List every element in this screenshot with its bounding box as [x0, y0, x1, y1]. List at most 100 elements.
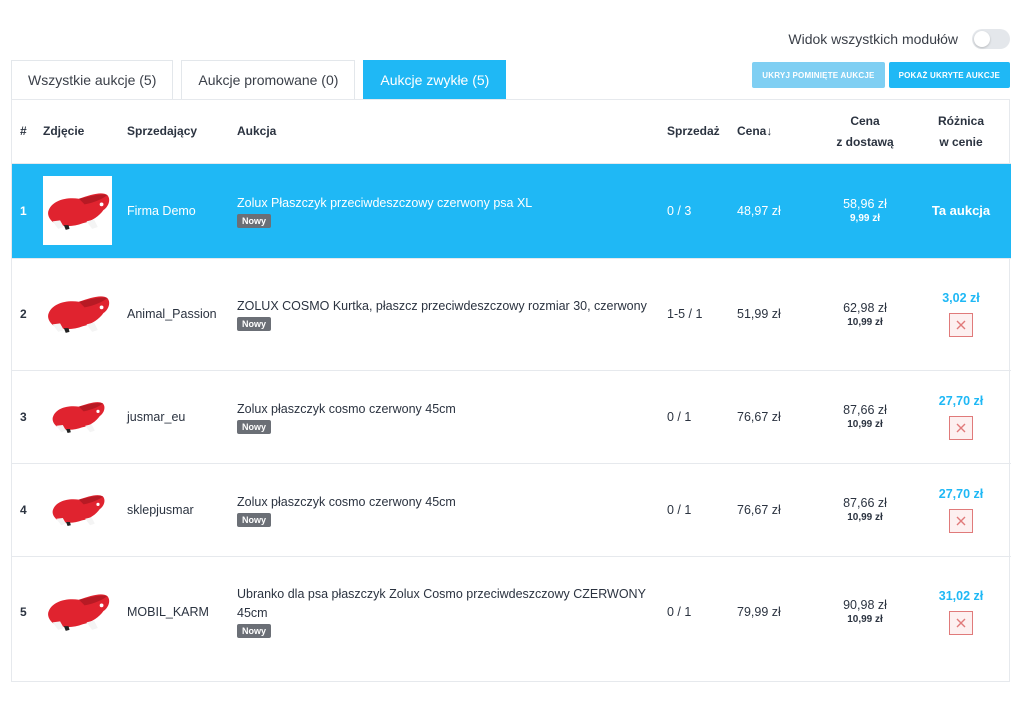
auction-title[interactable]: ZOLUX COSMO Kurtka, płaszcz przeciwdeszc…	[237, 297, 667, 316]
price-difference-value: 31,02 zł	[938, 588, 984, 603]
seller-name[interactable]: Firma Demo	[127, 163, 237, 259]
sales-value: 1-5 / 1	[667, 258, 737, 371]
table-row: 5 MOBIL_KARM Ubranko dla psa płaszczyk Z…	[12, 556, 1011, 667]
header-price-difference[interactable]: Różnica w cenie	[911, 100, 1011, 164]
price-with-shipping-cell: 58,96 zł 9,99 zł	[819, 163, 911, 259]
auction-title[interactable]: Zolux płaszczyk cosmo czerwony 45cm	[237, 400, 667, 419]
arrow-down-icon: ↓	[766, 124, 773, 139]
table-header-row: # Zdjęcie Sprzedający Aukcja Sprzedaż Ce…	[12, 100, 1011, 164]
table-row: 1 Firma Demo Zolux Płaszczyk przeciwdesz…	[12, 163, 1011, 259]
total-price: 90,98 zł	[843, 598, 887, 613]
table-row: 3 jusmar_eu Zolux płaszczyk cosmo czerwo…	[12, 370, 1011, 464]
sales-value: 0 / 1	[667, 604, 692, 619]
product-image[interactable]	[43, 475, 112, 544]
view-all-modules-toggle[interactable]	[972, 29, 1010, 49]
tab-promoted-auctions[interactable]: Aukcje promowane (0)	[181, 60, 356, 99]
product-image[interactable]	[43, 176, 112, 245]
auction-cell: ZOLUX COSMO Kurtka, płaszcz przeciwdeszc…	[237, 258, 667, 371]
remove-auction-button[interactable]	[949, 610, 973, 635]
auction-cell: Zolux Płaszczyk przeciwdeszczowy czerwon…	[237, 163, 667, 259]
condition-badge: Nowy	[237, 512, 272, 527]
seller-name[interactable]: MOBIL_KARM	[127, 556, 237, 667]
price-difference-value: 27,70 zł	[938, 486, 984, 501]
sales-value: 0 / 3	[667, 163, 737, 259]
price-difference-value: 3,02 zł	[942, 291, 980, 305]
price-value: 51,99 zł	[737, 258, 819, 371]
header-price[interactable]: Cena↓	[737, 100, 819, 164]
row-number: 2	[12, 258, 43, 371]
close-icon	[956, 423, 966, 432]
shipping-cost: 10,99 zł	[847, 614, 883, 626]
shipping-cost: 10,99 zł	[847, 512, 883, 523]
price-difference-cell: 27,70 zł	[911, 370, 1011, 464]
dog-raincoat-image	[45, 189, 111, 233]
header-photo: Zdjęcie	[43, 100, 127, 164]
close-icon	[956, 516, 966, 525]
shipping-cost: 10,99 zł	[847, 316, 883, 328]
condition-badge: Nowy	[237, 213, 272, 228]
product-image[interactable]	[43, 279, 112, 349]
auction-title[interactable]: Zolux płaszczyk cosmo czerwony 45cm	[237, 493, 667, 512]
auction-cell: Ubranko dla psa płaszczyk Zolux Cosmo pr…	[237, 556, 667, 667]
sales-value: 0 / 1	[667, 463, 737, 557]
product-photo-cell	[43, 463, 127, 557]
header-sales[interactable]: Sprzedaż	[667, 100, 737, 164]
this-auction-label: Ta aukcja	[931, 203, 991, 218]
total-price: 87,66 zł	[843, 403, 887, 417]
price-with-shipping-cell: 87,66 zł 10,99 zł	[819, 370, 911, 464]
header-auction: Aukcja	[237, 100, 667, 164]
condition-badge: Nowy	[237, 317, 272, 331]
auction-title[interactable]: Ubranko dla psa płaszczyk Zolux Cosmo pr…	[237, 585, 667, 623]
seller-name[interactable]: jusmar_eu	[127, 370, 237, 464]
header-num: #	[12, 100, 43, 164]
row-number: 5	[20, 604, 27, 619]
toggle-knob	[974, 31, 990, 47]
total-price: 62,98 zł	[843, 300, 887, 315]
product-photo-cell	[43, 258, 127, 371]
remove-auction-button[interactable]	[949, 508, 973, 533]
seller-name[interactable]: Animal_Passion	[127, 258, 237, 371]
table-row: 2 Animal_Passion ZOLUX COSMO Kurtka, pła…	[12, 258, 1011, 371]
close-icon	[956, 618, 966, 628]
product-photo-cell	[43, 370, 127, 464]
auction-tabs: Wszystkie aukcje (5) Aukcje promowane (0…	[11, 60, 507, 99]
header-seller: Sprzedający	[127, 100, 237, 164]
view-all-modules-toggle-row: Widok wszystkich modułów	[788, 29, 1010, 49]
table-row: 4 sklepjusmar Zolux płaszczyk cosmo czer…	[12, 463, 1011, 557]
shipping-cost: 10,99 zł	[847, 419, 883, 430]
close-icon	[956, 320, 966, 330]
price-value: 76,67 zł	[737, 370, 819, 464]
header-price-with-shipping-line2: z dostawą	[836, 134, 894, 149]
price-value: 76,67 zł	[737, 463, 819, 557]
condition-badge: Nowy	[237, 419, 272, 434]
tab-all-auctions[interactable]: Wszystkie aukcje (5)	[11, 60, 174, 99]
product-image[interactable]	[43, 577, 112, 647]
header-price-label: Cena	[737, 124, 767, 139]
price-with-shipping-cell: 90,98 zł 10,99 zł	[819, 556, 911, 667]
price-difference-cell: Ta aukcja	[911, 163, 1011, 259]
header-price-difference-line2: w cenie	[939, 134, 983, 149]
tab-regular-auctions[interactable]: Aukcje zwykłe (5)	[363, 60, 507, 99]
seller-name[interactable]: sklepjusmar	[127, 463, 237, 557]
dog-raincoat-image	[50, 398, 106, 436]
auction-title[interactable]: Zolux Płaszczyk przeciwdeszczowy czerwon…	[237, 194, 667, 213]
show-hidden-auctions-button[interactable]: POKAŻ UKRYTE AUKCJE	[888, 62, 1010, 88]
remove-auction-button[interactable]	[949, 313, 973, 337]
auction-cell: Zolux płaszczyk cosmo czerwony 45cm Nowy	[237, 370, 667, 464]
auctions-panel: # Zdjęcie Sprzedający Aukcja Sprzedaż Ce…	[11, 99, 1011, 682]
row-number: 4	[12, 463, 43, 557]
header-price-with-shipping-line1: Cena	[850, 113, 880, 128]
row-number: 3	[12, 370, 43, 464]
hide-skipped-auctions-button[interactable]: UKRYJ POMINIĘTE AUKCJE	[752, 62, 885, 88]
product-photo-cell	[43, 556, 127, 667]
product-image[interactable]	[43, 382, 112, 451]
view-all-modules-label: Widok wszystkich modułów	[788, 31, 958, 47]
shipping-cost: 9,99 zł	[849, 213, 881, 224]
total-price: 58,96 zł	[843, 197, 887, 211]
header-price-with-shipping[interactable]: Cena z dostawą	[819, 100, 911, 164]
total-price: 87,66 zł	[843, 496, 887, 510]
remove-auction-button[interactable]	[949, 415, 973, 440]
auction-cell: Zolux płaszczyk cosmo czerwony 45cm Nowy	[237, 463, 667, 557]
price-value: 79,99 zł	[737, 604, 781, 619]
dog-raincoat-image	[45, 590, 111, 634]
